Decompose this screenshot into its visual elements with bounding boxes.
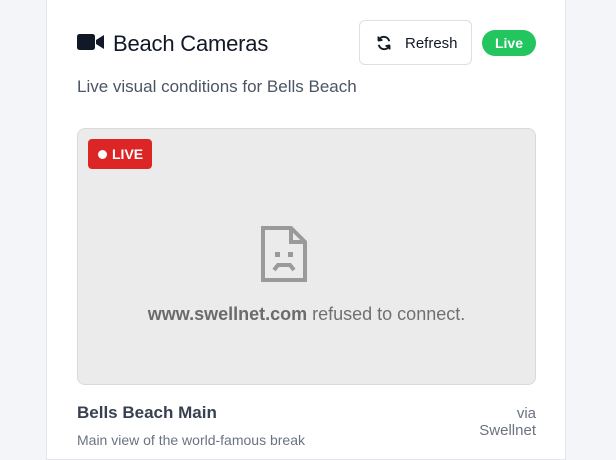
camera-embed-frame[interactable]: LIVE www.swellnet.com refused to connect… — [77, 128, 536, 385]
sad-document-icon — [261, 226, 307, 282]
live-status-badge: Live — [482, 30, 536, 56]
live-indicator-label: LIVE — [112, 146, 144, 162]
live-indicator-badge: LIVE — [88, 139, 152, 169]
card-header: Beach Cameras Refresh Live — [77, 20, 537, 66]
card-subtitle: Live visual conditions for Bells Beach — [77, 77, 357, 96]
camera-description: Main view of the world-famous break — [77, 432, 305, 448]
live-dot-icon — [98, 150, 107, 159]
error-host: www.swellnet.com — [147, 304, 308, 324]
beach-cameras-card: Beach Cameras Refresh Live Live visual c… — [46, 0, 566, 460]
camera-name: Bells Beach Main — [77, 403, 217, 422]
refresh-icon — [377, 35, 391, 51]
video-camera-icon — [77, 34, 104, 50]
card-title: Beach Cameras — [113, 31, 269, 56]
camera-source: via Swellnet — [479, 405, 536, 439]
refresh-button-label: Refresh — [405, 35, 458, 52]
refresh-button[interactable]: Refresh — [359, 20, 472, 65]
error-text: refused to connect. — [307, 304, 466, 324]
connection-error-message: www.swellnet.com refused to connect. — [78, 304, 535, 325]
